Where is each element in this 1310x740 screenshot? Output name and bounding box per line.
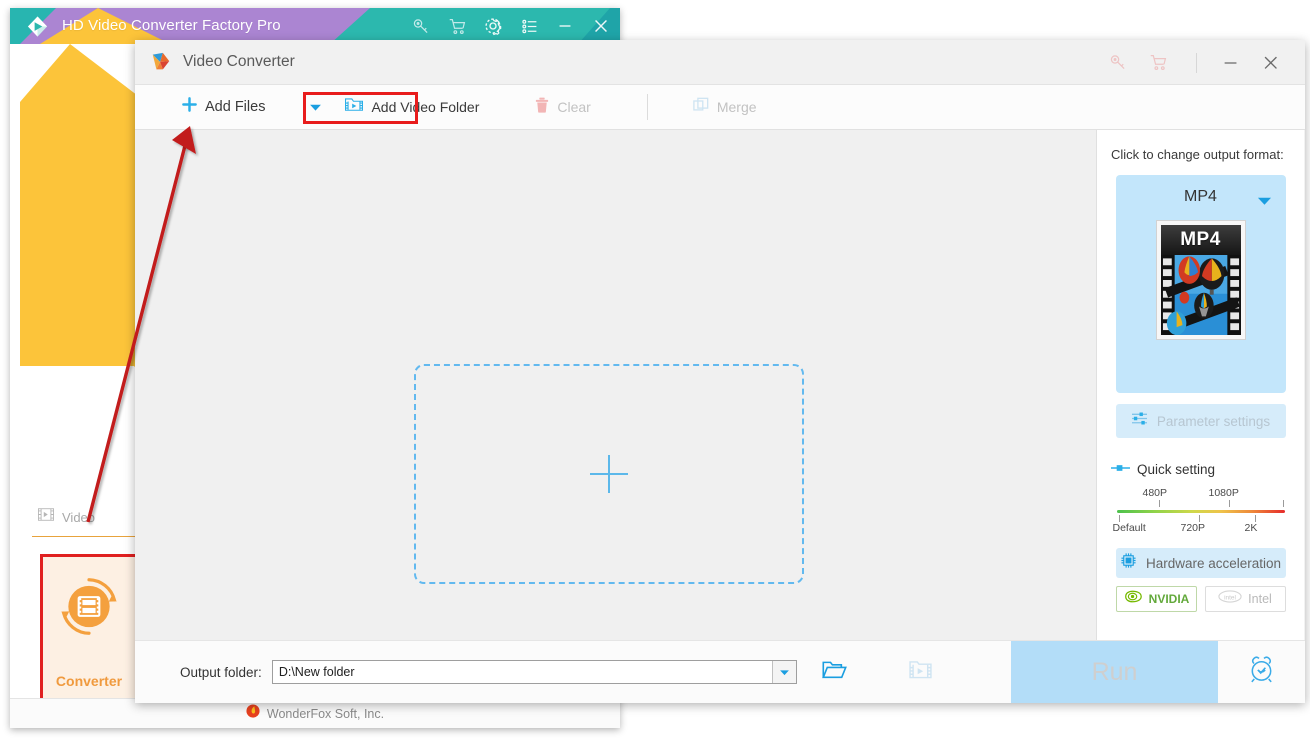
gpu-nvidia-toggle[interactable]: NVIDIA [1115, 586, 1197, 612]
video-converter-window: Video Converter Add Files Add Video Fold… [135, 40, 1305, 703]
merge-icon [693, 97, 709, 118]
nvidia-logo-icon [1123, 590, 1143, 608]
thumbnail-format-band: MP4 [1160, 225, 1241, 255]
gpu-toggle-group: NVIDIA intel Intel [1115, 586, 1286, 612]
gear-icon[interactable] [482, 15, 504, 37]
background-window-titlebar: HD Video Converter Factory Pro [10, 8, 620, 44]
slider-label-1080p: 1080P [1208, 487, 1239, 499]
output-format-card[interactable]: MP4 MP4 [1115, 175, 1286, 393]
titlebar-separator [1196, 52, 1197, 73]
output-format-thumbnail: MP4 [1155, 220, 1246, 340]
gpu-intel-label: Intel [1248, 592, 1272, 606]
output-settings-panel: Click to change output format: MP4 MP4 P… [1097, 130, 1304, 640]
slider-tick [1228, 500, 1230, 507]
clear-button[interactable]: Clear [535, 97, 591, 118]
main-titlebar-buttons [1098, 40, 1305, 85]
minimize-icon[interactable] [554, 15, 576, 37]
hardware-acceleration-label: Hardware acceleration [1145, 555, 1282, 571]
background-divider [32, 536, 147, 537]
gpu-intel-toggle[interactable]: intel Intel [1204, 586, 1286, 612]
wonderfox-logo-icon [246, 704, 260, 723]
main-body: Click the + button to add files/folder,o… [135, 130, 1305, 666]
key-icon[interactable] [1098, 40, 1138, 85]
main-window-title: Video Converter [183, 53, 295, 70]
file-list-area[interactable]: Click the + button to add files/folder,o… [135, 130, 1097, 666]
list-icon[interactable] [518, 15, 540, 37]
parameter-settings-button[interactable]: Parameter settings [1115, 404, 1286, 438]
clear-label: Clear [557, 99, 591, 115]
drop-zone[interactable] [414, 364, 804, 584]
add-files-dropdown-caret[interactable] [309, 103, 322, 112]
main-toolbar: Add Files Add Video Folder Clear Merge [135, 85, 1305, 130]
cart-icon[interactable] [1138, 40, 1178, 85]
parameter-settings-label: Parameter settings [1156, 413, 1271, 429]
app-logo-icon [26, 15, 49, 38]
run-label: Run [1091, 657, 1138, 686]
slider-label-480p: 480P [1142, 487, 1168, 499]
intel-logo-icon: intel [1218, 590, 1242, 608]
slider-label-720p: 720P [1180, 522, 1206, 534]
slider-label-2k: 2K [1244, 522, 1258, 534]
background-app-title: HD Video Converter Factory Pro [62, 17, 281, 34]
alarm-clock-button[interactable] [1218, 641, 1305, 703]
converter-card[interactable]: Converter [40, 554, 138, 704]
converter-icon [58, 576, 120, 643]
close-icon[interactable] [590, 15, 612, 37]
slider-tick [1158, 500, 1160, 507]
run-button[interactable]: Run [1011, 641, 1218, 703]
main-footer: Output folder: D:\New folder Run [135, 640, 1305, 703]
converter-card-label: Converter [55, 673, 123, 689]
sliders-icon [1131, 411, 1148, 431]
main-titlebar: Video Converter [135, 40, 1305, 85]
chevron-down-icon[interactable] [1257, 193, 1272, 211]
alarm-clock-icon [1247, 655, 1276, 689]
output-folder-dropdown[interactable] [771, 661, 796, 683]
toolbar-separator [646, 94, 648, 120]
output-folder-input[interactable]: D:\New folder [271, 660, 797, 684]
add-video-folder-label: Add Video Folder [371, 99, 480, 115]
slider-label-default: Default [1112, 522, 1146, 534]
screen: HD Video Converter Factory Pro Video Con… [0, 0, 1310, 740]
merge-label: Merge [716, 99, 757, 115]
slider-tick [1282, 500, 1284, 507]
trash-icon [535, 97, 549, 118]
plus-icon [181, 96, 198, 118]
add-plus-icon[interactable] [587, 452, 631, 496]
video-preview-button[interactable] [909, 660, 932, 684]
background-video-label: Video [62, 509, 96, 525]
quick-setting-label: Quick setting [1137, 461, 1216, 477]
gpu-nvidia-label: NVIDIA [1148, 592, 1190, 606]
hardware-acceleration-button[interactable]: Hardware acceleration [1115, 548, 1286, 578]
merge-button[interactable]: Merge [693, 97, 757, 118]
background-video-row: Video [38, 508, 95, 526]
key-icon[interactable] [410, 15, 432, 37]
close-icon[interactable] [1251, 40, 1291, 85]
cpu-chip-icon [1120, 552, 1137, 574]
minimize-icon[interactable] [1211, 40, 1251, 85]
quality-slider-track [1116, 510, 1285, 513]
quality-slider[interactable]: 480P 1080P Default 720P 2K [1113, 487, 1285, 536]
slider-tick [1118, 515, 1120, 522]
add-video-folder-button[interactable]: Add Video Folder [345, 97, 479, 117]
cart-icon[interactable] [446, 15, 468, 37]
svg-text:intel: intel [1224, 594, 1236, 601]
background-titlebar-buttons [410, 8, 612, 44]
open-folder-button[interactable] [821, 660, 847, 684]
film-icon [38, 508, 54, 526]
folder-video-icon [345, 97, 364, 117]
add-files-label: Add Files [205, 99, 266, 115]
slider-tick [1198, 515, 1200, 522]
add-files-button[interactable]: Add Files [167, 93, 279, 121]
quick-setting-icon [1111, 460, 1130, 478]
output-folder-label: Output folder: [180, 664, 262, 680]
decorative-yellow-shape [20, 44, 146, 366]
thumbnail-format-label: MP4 [1180, 229, 1221, 250]
background-status-text: WonderFox Soft, Inc. [266, 706, 385, 721]
quick-setting-header: Quick setting [1111, 460, 1304, 478]
output-format-caption: Click to change output format: [1111, 147, 1284, 162]
slider-tick [1254, 515, 1256, 522]
main-app-logo-icon [150, 51, 172, 73]
output-folder-value: D:\New folder [278, 665, 355, 679]
